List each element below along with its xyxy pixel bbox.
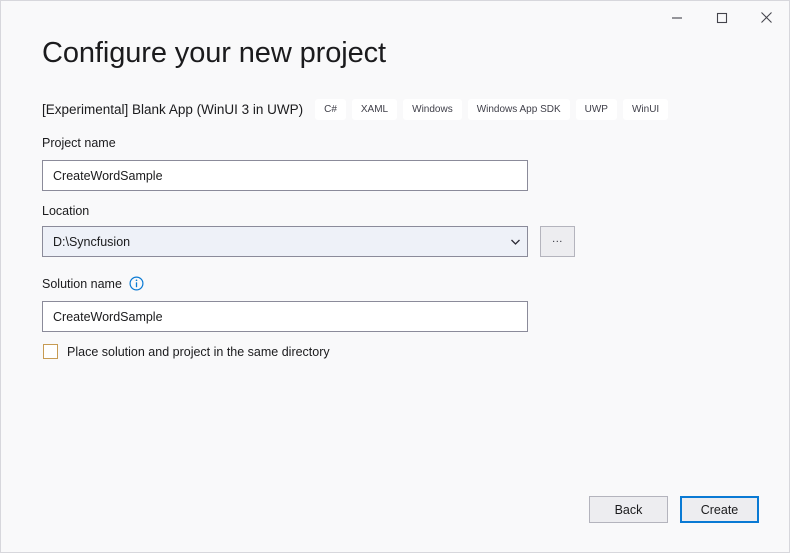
- same-directory-label: Place solution and project in the same d…: [67, 344, 330, 359]
- template-tag: UWP: [575, 98, 617, 120]
- footer-actions: Back Create: [589, 496, 759, 523]
- maximize-icon: [716, 12, 728, 24]
- page-title: Configure your new project: [42, 37, 386, 69]
- location-combobox[interactable]: D:\Syncfusion: [42, 226, 528, 257]
- solution-name-label-row: Solution name: [42, 276, 144, 291]
- info-icon[interactable]: [129, 276, 144, 291]
- template-summary: [Experimental] Blank App (WinUI 3 in UWP…: [42, 98, 759, 120]
- project-name-label: Project name: [42, 136, 116, 150]
- create-button[interactable]: Create: [680, 496, 759, 523]
- minimize-icon: [671, 12, 683, 24]
- minimize-button[interactable]: [654, 1, 699, 34]
- same-directory-checkbox[interactable]: [43, 344, 58, 359]
- solution-name-label: Solution name: [42, 276, 122, 291]
- browse-location-button[interactable]: ...: [540, 226, 575, 257]
- location-label: Location: [42, 204, 90, 218]
- template-tag-list: C# XAML Windows Windows App SDK UWP WinU…: [315, 98, 669, 120]
- template-tag: XAML: [351, 98, 398, 120]
- window-titlebar: [1, 1, 789, 34]
- template-name: [Experimental] Blank App (WinUI 3 in UWP…: [42, 101, 304, 117]
- project-name-input[interactable]: [42, 160, 528, 191]
- location-value: D:\Syncfusion: [53, 234, 131, 249]
- same-directory-checkbox-row[interactable]: Place solution and project in the same d…: [43, 344, 330, 359]
- close-icon: [760, 11, 773, 24]
- solution-name-input[interactable]: [42, 301, 528, 332]
- back-button[interactable]: Back: [589, 496, 668, 523]
- template-tag: C#: [315, 98, 346, 120]
- maximize-button[interactable]: [699, 1, 744, 34]
- close-button[interactable]: [744, 1, 789, 34]
- configure-project-window: Configure your new project [Experimental…: [0, 0, 790, 553]
- template-tag: Windows App SDK: [467, 98, 570, 120]
- chevron-down-icon[interactable]: [503, 227, 527, 256]
- template-tag: WinUI: [622, 98, 669, 120]
- template-tag: Windows: [403, 98, 462, 120]
